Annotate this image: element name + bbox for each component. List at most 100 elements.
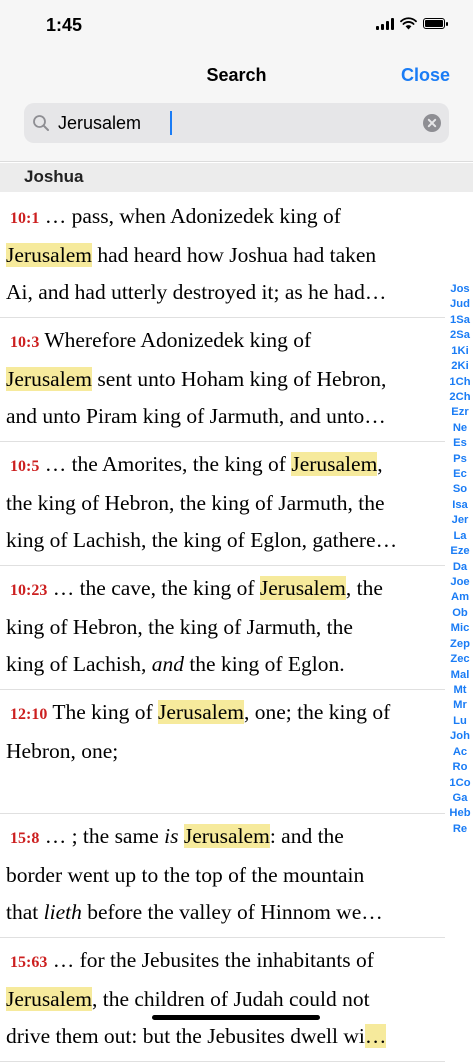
status-bar: 1:45 bbox=[0, 0, 473, 52]
clear-circle-icon[interactable] bbox=[423, 114, 441, 132]
result-line: 10:1 … pass, when Adonizedek king of bbox=[6, 198, 439, 237]
index-item[interactable]: Re bbox=[453, 822, 467, 837]
verse-reference: 10:5 bbox=[10, 458, 40, 475]
index-item[interactable]: Mt bbox=[453, 683, 466, 698]
verse-text: before the valley of Hinnom we… bbox=[81, 900, 383, 924]
result-line: the king of Hebron, the king of Jarmuth,… bbox=[6, 485, 439, 522]
verse-text: , one; the king of bbox=[243, 700, 391, 724]
index-item[interactable]: Es bbox=[453, 436, 467, 451]
search-input[interactable] bbox=[58, 103, 408, 143]
verse-text: the king of Eglon. bbox=[183, 652, 345, 676]
nav-bar: Search Close bbox=[0, 52, 473, 100]
result-line: 15:63 … for the Jebusites the inhabitant… bbox=[6, 942, 439, 981]
verse-text: , bbox=[377, 452, 383, 476]
result-line: 12:10 The king of Jerusalem, one; the ki… bbox=[6, 694, 439, 733]
result-line: Hebron, one; bbox=[6, 733, 439, 770]
result-row[interactable]: 10:23 … the cave, the king of Jerusalem,… bbox=[0, 566, 445, 690]
index-item[interactable]: Ezr bbox=[451, 405, 468, 420]
verse-reference: 12:10 bbox=[10, 706, 48, 723]
verse-text: , the children of Judah could not bbox=[91, 987, 370, 1011]
search-highlight: Jerusalem bbox=[6, 243, 92, 267]
verse-reference: 10:23 bbox=[10, 582, 48, 599]
verse-text: lieth bbox=[43, 900, 82, 924]
verse-text: is bbox=[164, 824, 179, 848]
verse-text: king of Lachish, the king of Eglon, gath… bbox=[6, 528, 398, 552]
verse-text: , the bbox=[345, 576, 383, 600]
result-line: 15:8 … ; the same is Jerusalem: and the bbox=[6, 818, 439, 857]
index-item[interactable]: Joe bbox=[450, 575, 469, 590]
index-item[interactable]: Lu bbox=[453, 714, 467, 729]
index-item[interactable]: Jos bbox=[450, 282, 469, 297]
cellular-signal-icon bbox=[376, 17, 394, 30]
index-item[interactable]: 1Co bbox=[449, 776, 470, 791]
result-row[interactable]: 10:5 … the Amorites, the king of Jerusal… bbox=[0, 442, 445, 566]
result-line: king of Lachish, and the king of Eglon. bbox=[6, 646, 439, 683]
verse-text: sent unto Hoham king of Hebron, bbox=[91, 367, 387, 391]
index-item[interactable]: Ro bbox=[453, 760, 468, 775]
verse-text: … for the Jebusites the inhabitants of bbox=[52, 948, 374, 972]
index-item[interactable]: Ne bbox=[453, 421, 467, 436]
verse-reference: 15:63 bbox=[10, 954, 48, 971]
search-highlight: Jerusalem bbox=[291, 452, 378, 476]
result-row[interactable]: 12:10 The king of Jerusalem, one; the ki… bbox=[0, 690, 445, 814]
verse-text: … the cave, the king of bbox=[52, 576, 260, 600]
battery-icon bbox=[423, 18, 448, 29]
search-highlight: Jerusalem bbox=[259, 576, 346, 600]
search-box[interactable] bbox=[24, 103, 449, 143]
result-line: that lieth before the valley of Hinnom w… bbox=[6, 894, 439, 931]
verse-text: … ; the same bbox=[44, 824, 165, 848]
verse-text: king of Lachish, bbox=[6, 652, 152, 676]
result-row[interactable]: 15:8 … ; the same is Jerusalem: and the b… bbox=[0, 814, 445, 938]
verse-text: had heard how Joshua had taken bbox=[91, 243, 377, 267]
verse-text: The king of bbox=[52, 700, 159, 724]
result-row[interactable]: 15:63 … for the Jebusites the inhabitant… bbox=[0, 938, 445, 1062]
result-row[interactable]: 10:1 … pass, when Adonizedek king of Jeru… bbox=[0, 194, 445, 318]
index-item[interactable]: Ps bbox=[453, 452, 467, 467]
result-line: Jerusalem had heard how Joshua had taken bbox=[6, 237, 439, 274]
index-item[interactable]: 2Sa bbox=[450, 328, 470, 343]
index-item[interactable]: Zec bbox=[450, 652, 469, 667]
verse-reference: 15:8 bbox=[10, 830, 40, 847]
index-item[interactable]: 2Ki bbox=[451, 359, 468, 374]
result-line: 10:3 Wherefore Adonizedek king of bbox=[6, 322, 439, 361]
verse-text: … pass, when Adonizedek king of bbox=[44, 204, 341, 228]
close-button[interactable]: Close bbox=[401, 65, 450, 86]
index-item[interactable]: Da bbox=[453, 560, 467, 575]
book-index-bar[interactable]: Jos Jud 1Sa 2Sa 1Ki 2Ki 1Ch 2Ch Ezr Ne Es Ps Ec So Isa… bbox=[447, 282, 473, 837]
search-area bbox=[0, 100, 473, 162]
status-time: 1:45 bbox=[46, 15, 83, 35]
index-item[interactable]: 1Ki bbox=[451, 344, 468, 359]
result-line: 10:23 … the cave, the king of Jerusalem,… bbox=[6, 570, 439, 609]
index-item[interactable]: Ob bbox=[452, 606, 468, 621]
index-item[interactable]: Jud bbox=[450, 297, 470, 312]
index-item[interactable]: Mic bbox=[451, 621, 470, 636]
verse-text: drive them out: but the Jebusites dwell … bbox=[6, 1024, 365, 1048]
result-line: Jerusalem sent unto Hoham king of Hebron… bbox=[6, 361, 439, 398]
index-item[interactable]: 1Ch bbox=[449, 375, 470, 390]
index-item[interactable]: 2Ch bbox=[449, 390, 470, 405]
verse-reference: 10:3 bbox=[10, 334, 40, 351]
search-highlight: Jerusalem bbox=[6, 367, 92, 391]
index-item[interactable]: Jer bbox=[452, 513, 469, 528]
index-item[interactable]: So bbox=[453, 482, 467, 497]
index-item[interactable]: Heb bbox=[449, 806, 470, 821]
verse-text: the king of Hebron, the king of Jarmuth,… bbox=[6, 491, 385, 515]
index-item[interactable]: Zep bbox=[450, 637, 470, 652]
index-item[interactable]: Isa bbox=[452, 498, 468, 513]
index-item[interactable]: 1Sa bbox=[450, 313, 470, 328]
search-highlight: Jerusalem bbox=[183, 824, 270, 848]
result-row[interactable]: 10:3 Wherefore Adonizedek king of Jerusal… bbox=[0, 318, 445, 442]
index-item[interactable]: La bbox=[453, 529, 466, 544]
search-highlight: Jerusalem bbox=[6, 987, 92, 1011]
result-line: king of Lachish, the king of Eglon, gath… bbox=[6, 522, 439, 559]
index-item[interactable]: Ac bbox=[453, 745, 467, 760]
index-item[interactable]: Am bbox=[451, 590, 469, 605]
index-item[interactable]: Eze bbox=[450, 544, 469, 559]
index-item[interactable]: Ec bbox=[453, 467, 467, 482]
result-line bbox=[6, 770, 439, 807]
index-item[interactable]: Joh bbox=[450, 729, 470, 744]
index-item[interactable]: Mal bbox=[451, 668, 470, 683]
verse-text: Hebron, one; bbox=[6, 739, 119, 763]
index-item[interactable]: Mr bbox=[453, 698, 467, 713]
index-item[interactable]: Ga bbox=[453, 791, 468, 806]
